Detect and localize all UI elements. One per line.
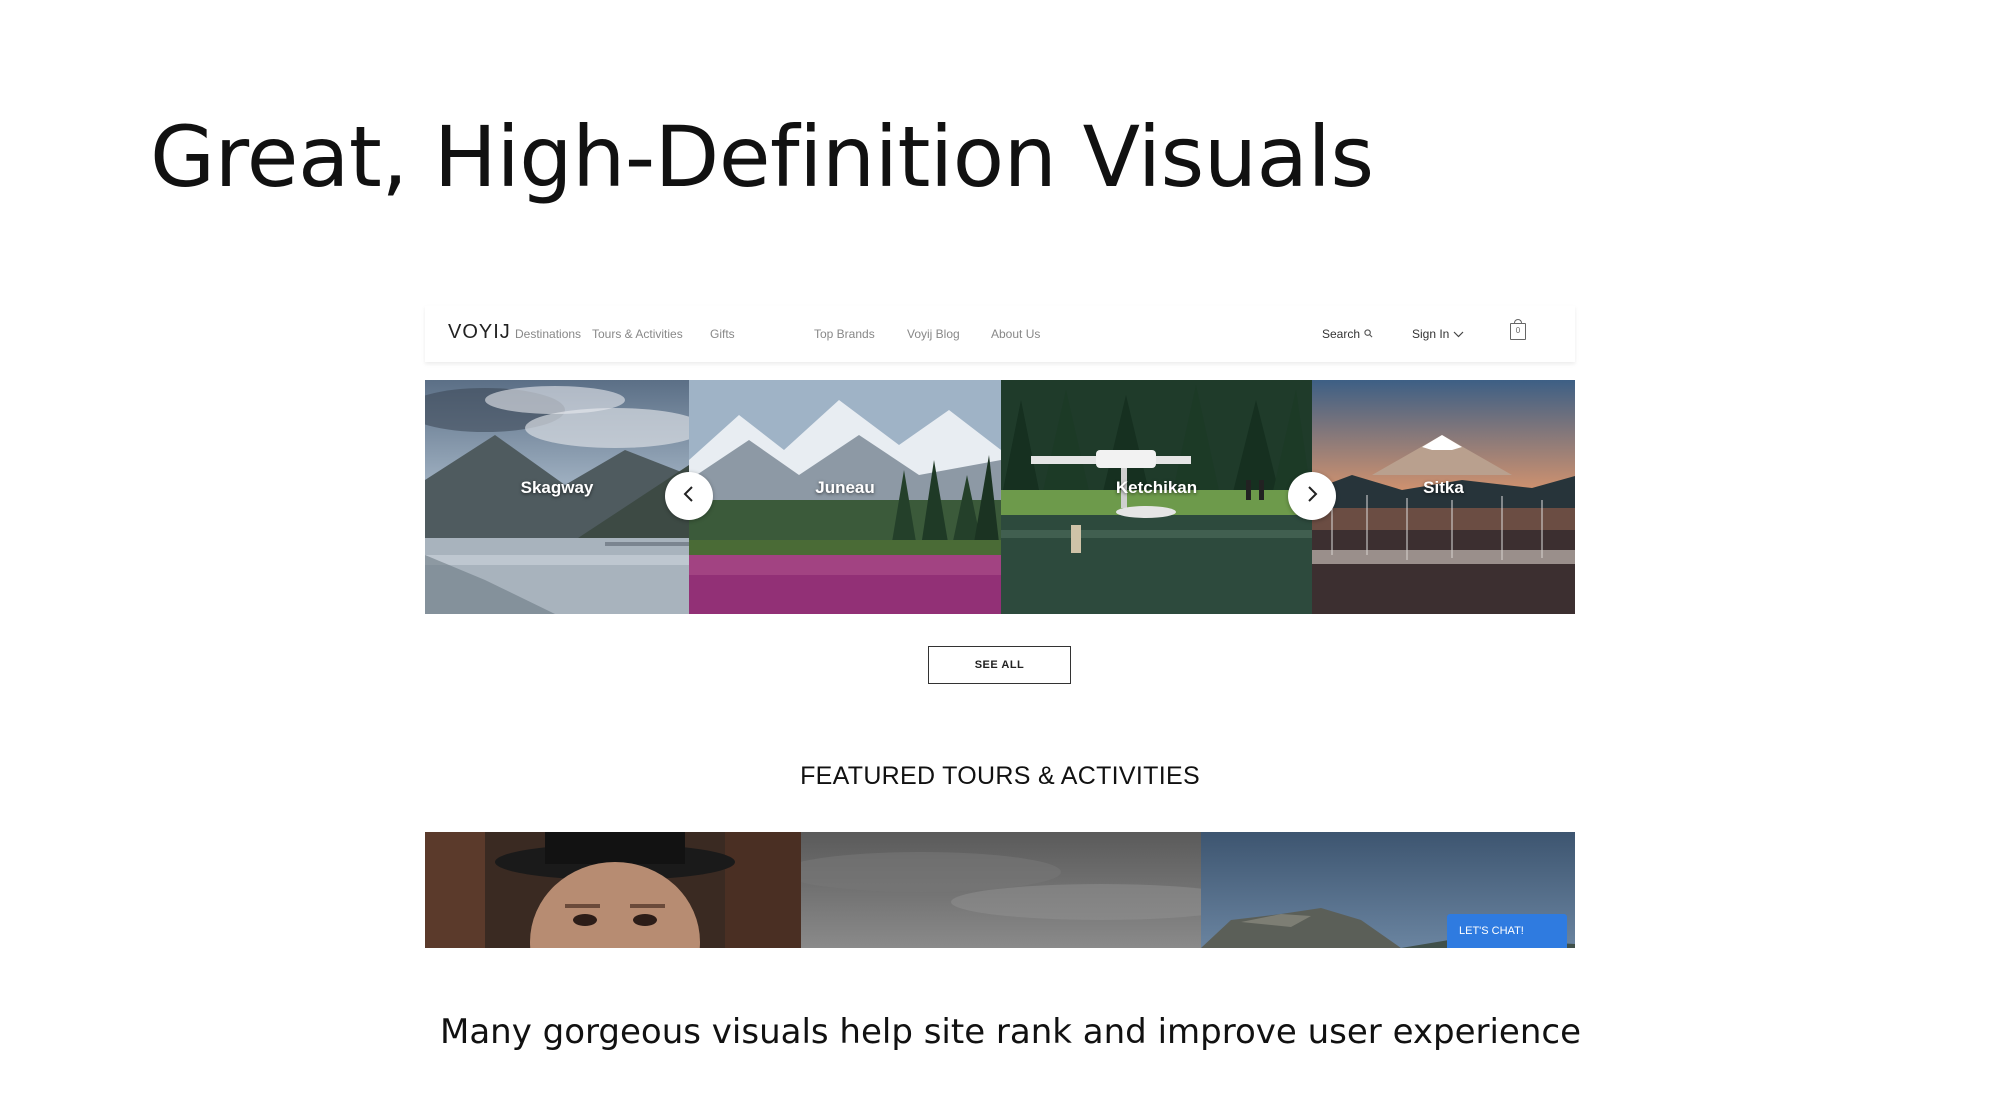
chevron-right-icon xyxy=(1305,485,1319,508)
featured-heading: FEATURED TOURS & ACTIVITIES xyxy=(800,762,1200,790)
destination-label-skagway: Skagway xyxy=(520,478,594,497)
site-logo[interactable]: VOYIJ xyxy=(448,321,511,344)
destination-tile-sitka[interactable]: Sitka xyxy=(1312,380,1575,614)
site-navbar: VOYIJ Destinations Tours & Activities Gi… xyxy=(425,306,1575,362)
shopping-bag-icon[interactable]: 0 xyxy=(1510,319,1526,340)
carousel-next-button[interactable] xyxy=(1288,472,1336,520)
featured-tours-row xyxy=(425,832,1575,948)
lets-chat-button[interactable]: LET'S CHAT! xyxy=(1447,914,1567,948)
cart-count: 0 xyxy=(1515,326,1521,335)
sign-in-dropdown[interactable]: Sign In xyxy=(1412,327,1464,341)
chevron-down-icon xyxy=(1453,327,1464,341)
destinations-carousel: Skagway Juneau Ketchikan Sitka xyxy=(425,380,1575,614)
slide-title: Great, High-Definition Visuals xyxy=(150,108,1374,206)
destination-tile-juneau[interactable]: Juneau xyxy=(689,380,1001,614)
nav-destinations[interactable]: Destinations xyxy=(515,327,581,341)
see-all-button[interactable]: SEE ALL xyxy=(928,646,1071,684)
featured-image-2 xyxy=(801,832,1201,948)
sign-in-label: Sign In xyxy=(1412,327,1450,341)
carousel-prev-button[interactable] xyxy=(665,472,713,520)
nav-gifts[interactable]: Gifts xyxy=(710,327,735,341)
featured-card-1[interactable] xyxy=(425,832,801,948)
website-screenshot: VOYIJ Destinations Tours & Activities Gi… xyxy=(425,306,1575,948)
search-link[interactable]: Search xyxy=(1322,327,1373,341)
search-label: Search xyxy=(1322,327,1361,341)
destination-tile-ketchikan[interactable]: Ketchikan xyxy=(1001,380,1312,614)
destination-tile-skagway[interactable]: Skagway xyxy=(425,380,689,614)
nav-voyij-blog[interactable]: Voyij Blog xyxy=(907,327,960,341)
nav-tours-activities[interactable]: Tours & Activities xyxy=(592,327,683,341)
slide-caption: Many gorgeous visuals help site rank and… xyxy=(440,1012,1582,1052)
featured-image-1 xyxy=(425,832,801,948)
nav-about-us[interactable]: About Us xyxy=(991,327,1040,341)
nav-top-brands[interactable]: Top Brands xyxy=(814,327,875,341)
destination-label-juneau: Juneau xyxy=(815,478,875,497)
chevron-left-icon xyxy=(682,485,696,508)
search-icon xyxy=(1364,327,1373,341)
destination-label-sitka: Sitka xyxy=(1423,478,1464,497)
destination-label-ketchikan: Ketchikan xyxy=(1115,478,1198,497)
featured-card-2[interactable] xyxy=(801,832,1201,948)
